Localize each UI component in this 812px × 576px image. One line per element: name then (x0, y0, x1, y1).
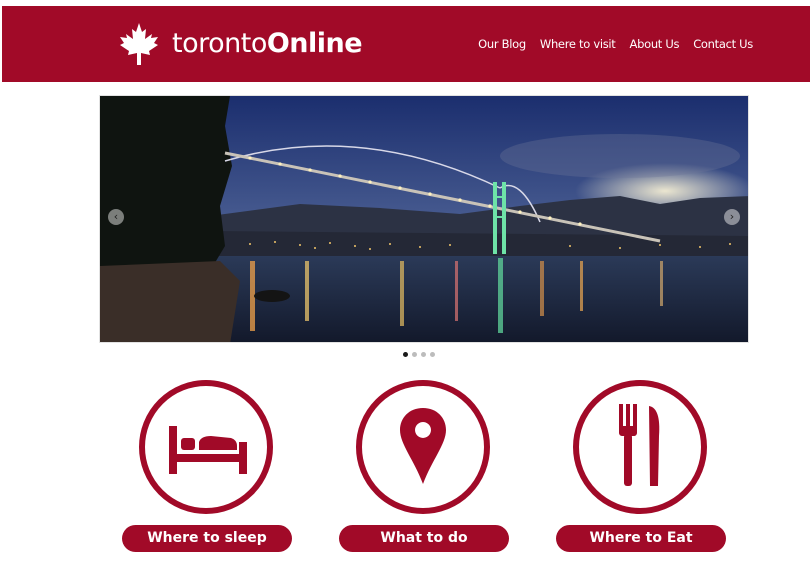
fork-knife-icon (619, 404, 660, 486)
feature-where-to-sleep: Where to sleep (122, 380, 292, 555)
site-header: torontoOnline Our Blog Where to visit Ab… (2, 6, 810, 82)
slider-dot-2[interactable] (412, 352, 417, 357)
image-slider: ‹ › (99, 95, 749, 343)
feature-eat-circle[interactable] (573, 380, 707, 514)
feature-do-circle[interactable] (356, 380, 490, 514)
slider-next-button[interactable]: › (724, 209, 740, 225)
where-to-eat-button[interactable]: Where to Eat (556, 525, 726, 552)
nav-about-us[interactable]: About Us (630, 36, 680, 52)
bed-icon (169, 426, 247, 474)
slider-dot-3[interactable] (421, 352, 426, 357)
nav-contact-us[interactable]: Contact Us (693, 36, 753, 52)
feature-where-to-eat: Where to Eat (556, 380, 726, 555)
nav-our-blog[interactable]: Our Blog (478, 36, 526, 52)
site-title: torontoOnline (172, 26, 363, 62)
slider-pagination (403, 352, 435, 357)
bridge-night-photo (100, 96, 748, 342)
map-pin-icon (400, 408, 446, 484)
feature-what-to-do: What to do (339, 380, 509, 555)
slider-prev-button[interactable]: ‹ (108, 209, 124, 225)
site-title-light: toronto (172, 28, 267, 59)
slider-dot-1[interactable] (403, 352, 408, 357)
site-logo[interactable]: torontoOnline (116, 21, 363, 67)
slider-dot-4[interactable] (430, 352, 435, 357)
what-to-do-button[interactable]: What to do (339, 525, 509, 552)
main-nav: Our Blog Where to visit About Us Contact… (478, 36, 753, 52)
feature-sleep-circle[interactable] (139, 380, 273, 514)
site-title-bold: Online (266, 28, 363, 59)
where-to-sleep-button[interactable]: Where to sleep (122, 525, 292, 552)
maple-leaf-icon (120, 23, 158, 65)
nav-where-to-visit[interactable]: Where to visit (540, 36, 616, 52)
